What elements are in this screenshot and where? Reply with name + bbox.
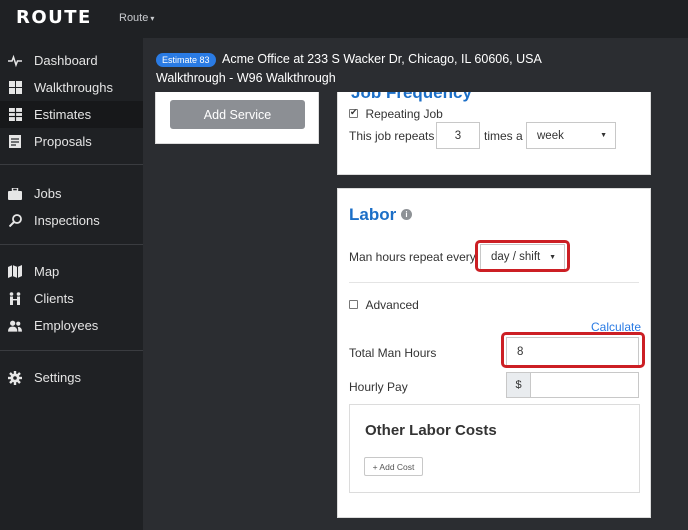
sidebar-divider [0,164,143,165]
hourly-pay-input[interactable] [530,372,639,398]
people-pair-icon [8,292,22,306]
sidebar-item-clients[interactable]: Clients [0,285,143,312]
app-logo[interactable]: ROUTE [16,7,92,28]
page-header: Estimate 83 Acme Office at 233 S Wacker … [143,38,688,92]
repeating-job-row: Repeating Job [349,105,443,123]
hourly-pay-label: Hourly Pay [349,380,408,394]
sidebar-item-label: Jobs [34,186,62,201]
sidebar-item-label: Estimates [34,107,92,122]
sidebar-item-label: Settings [34,370,81,385]
users-icon [8,319,22,333]
caret-down-icon: ▾ [150,14,155,23]
sidebar-item-inspections[interactable]: Inspections [0,207,143,234]
info-icon[interactable]: i [401,209,412,220]
sidebar-divider [0,244,143,245]
sidebar-item-label: Employees [34,318,99,333]
other-labor-costs-heading: Other Labor Costs [365,422,497,439]
gear-icon [8,370,22,385]
repeating-job-label: Repeating Job [365,107,443,121]
sidebar-item-label: Inspections [34,213,100,228]
map-icon [8,265,22,279]
document-icon [8,135,22,149]
sidebar-item-estimates[interactable]: Estimates [0,101,143,128]
magnifier-icon [8,214,22,228]
sidebar: Dashboard Walkthroughs Estimates Proposa… [0,38,143,530]
org-dropdown[interactable]: Route ▾ [119,12,154,24]
repeats-label: This job repeats [349,129,435,143]
briefcase-icon [8,187,22,201]
estimate-badge: Estimate 83 [156,53,216,67]
sidebar-item-label: Clients [34,291,74,306]
repeats-count-input[interactable]: 3 [436,122,480,149]
sidebar-item-label: Proposals [34,134,92,149]
currency-prefix: $ [506,372,531,398]
sidebar-item-label: Walkthroughs [34,80,113,95]
man-hours-repeat-label: Man hours repeat every [349,250,476,264]
dropdown-arrow-icon: ▼ [600,132,607,139]
table-icon [8,108,22,122]
advanced-row: Advanced [349,296,419,314]
period-select-value: week [537,129,564,142]
total-man-hours-label: Total Man Hours [349,346,437,360]
advanced-label: Advanced [365,298,419,312]
sidebar-item-walkthroughs[interactable]: Walkthroughs [0,74,143,101]
sidebar-item-label: Dashboard [34,53,98,68]
labor-heading: Labor [349,205,397,224]
sidebar-divider [0,350,143,351]
sidebar-item-proposals[interactable]: Proposals [0,128,143,155]
pulse-icon [8,54,22,68]
grid-icon [8,81,22,95]
times-label: times a [484,129,523,143]
repeating-job-checkbox[interactable] [349,107,358,119]
page-title: Acme Office at 233 S Wacker Dr, Chicago,… [222,52,542,66]
org-dropdown-label: Route [119,12,149,24]
sidebar-item-map[interactable]: Map [0,258,143,285]
add-service-button[interactable]: Add Service [170,100,305,129]
total-man-hours-highlight [501,332,645,368]
sidebar-item-employees[interactable]: Employees [0,312,143,339]
sidebar-item-jobs[interactable]: Jobs [0,180,143,207]
sidebar-item-dashboard[interactable]: Dashboard [0,47,143,74]
sidebar-item-label: Map [34,264,60,279]
labor-card: Labor i Man hours repeat every day / shi… [337,188,651,518]
job-frequency-card: Job Frequency Repeating Job This job rep… [337,92,651,175]
divider [349,282,639,283]
top-bar: ROUTE Route ▾ [0,0,688,38]
job-frequency-heading: Job Frequency [351,92,472,102]
sidebar-item-settings[interactable]: Settings [0,364,143,391]
man-hours-highlight [475,240,570,272]
advanced-checkbox[interactable] [349,300,358,310]
other-labor-costs-card: Other Labor Costs + Add Cost [349,404,640,493]
add-cost-button[interactable]: + Add Cost [364,457,423,476]
page-subtitle: Walkthrough - W96 Walkthrough [156,71,336,85]
period-select[interactable]: week ▼ [526,122,616,149]
services-card: Add Service [155,92,319,144]
